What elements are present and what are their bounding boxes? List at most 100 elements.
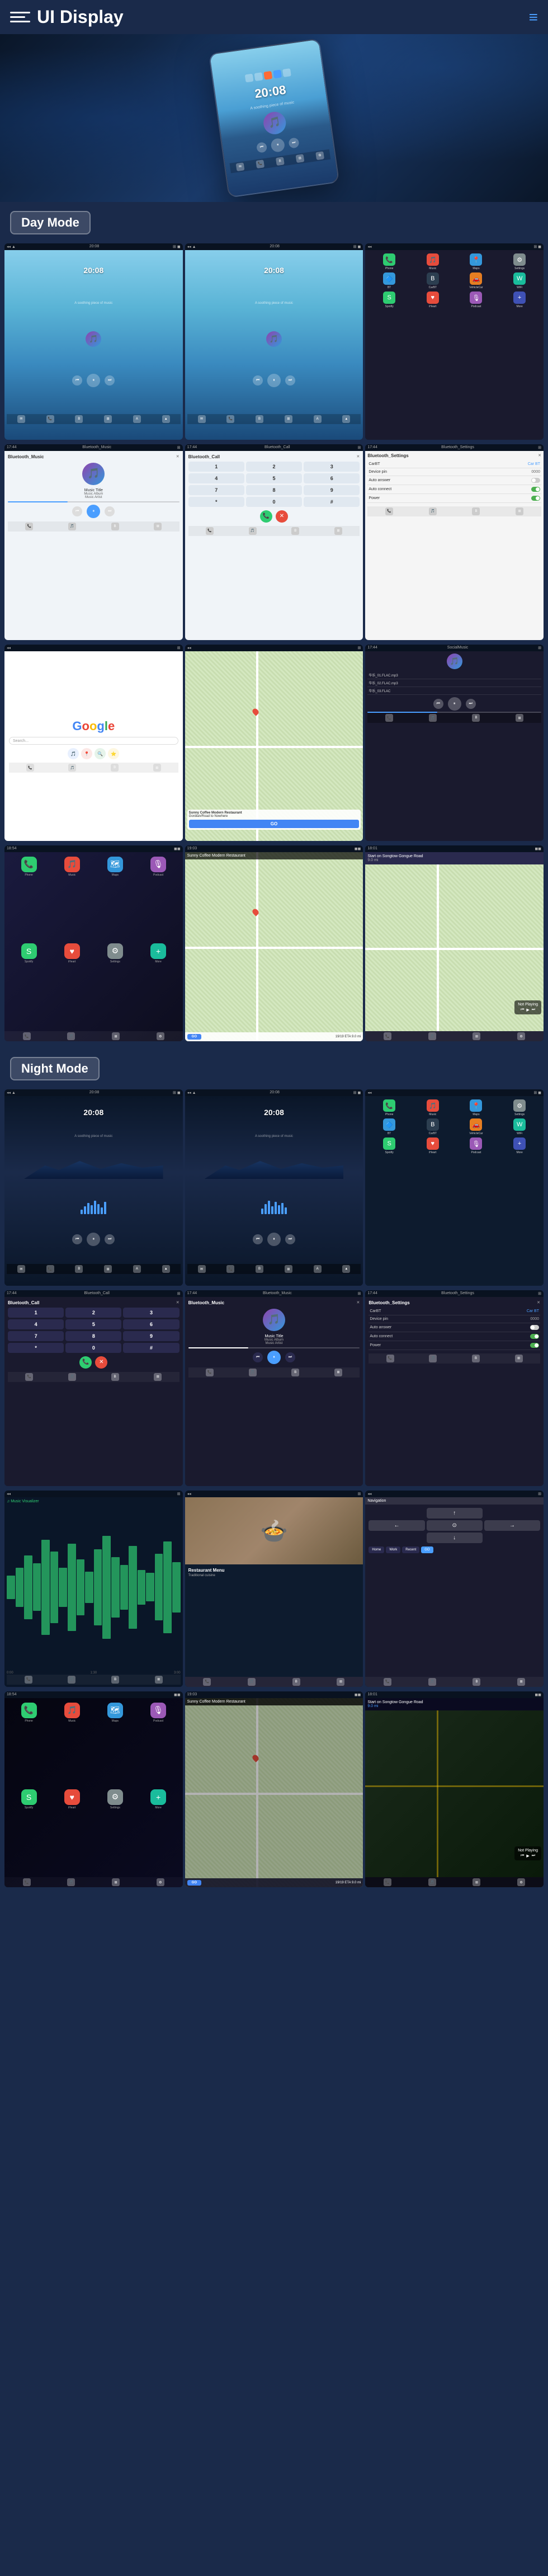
app-bt2[interactable]: B CarBT [412, 272, 453, 289]
b1-nav[interactable]: ▲ [162, 415, 170, 423]
ncp-music[interactable]: 🎵 Music [52, 1703, 92, 1786]
ncpnb-2[interactable]: 🎵 [428, 1878, 436, 1886]
ncp-podcast[interactable]: 🎙 Podcast [138, 1703, 178, 1786]
suggestion-icon-3[interactable]: 🔍 [95, 748, 106, 759]
dial-5[interactable]: 5 [246, 473, 302, 483]
nmb2-2[interactable]: 📞 [226, 1265, 234, 1273]
suggestion-icon-2[interactable]: 📍 [81, 748, 92, 759]
nmb1-2[interactable]: 📞 [46, 1265, 54, 1273]
cpb-1[interactable]: 📞 [23, 1032, 31, 1040]
fb-4[interactable]: ⊞ [337, 1678, 344, 1686]
ncp-iheart[interactable]: ♥ iHeart [52, 1789, 92, 1873]
lm-prev[interactable]: ⏮ [433, 699, 443, 709]
nbsb-1[interactable]: 📞 [386, 1355, 394, 1362]
night-end-btn[interactable]: ✕ [95, 1356, 107, 1369]
answer-btn[interactable]: 📞 [260, 510, 272, 523]
google-search-bar[interactable]: Search... [9, 737, 178, 745]
lmb-4[interactable]: ⊞ [516, 714, 523, 722]
night-np-play[interactable]: ▶ [526, 1854, 529, 1858]
app-extra[interactable]: + More [499, 292, 540, 308]
nav-icon[interactable]: ≡ [529, 8, 538, 26]
ndial-5[interactable]: 5 [65, 1319, 121, 1329]
nm-prev-2[interactable]: ⏮ [253, 1234, 263, 1244]
cp-go-btn[interactable]: GO [187, 1034, 201, 1040]
dial-0[interactable]: 0 [246, 497, 302, 507]
cpb-4[interactable]: ⚙ [157, 1032, 164, 1040]
wfb-3[interactable]: B [111, 1676, 119, 1684]
cpb-3[interactable]: ⊞ [112, 1032, 120, 1040]
ndial-6[interactable]: 6 [123, 1319, 179, 1329]
night-auto-connect-toggle[interactable] [530, 1334, 539, 1339]
b1-apps[interactable]: ⊞ [104, 415, 112, 423]
wfb-1[interactable]: 📞 [25, 1676, 32, 1684]
napp-phone[interactable]: 📞 Phone [369, 1099, 410, 1116]
nbcb-3[interactable]: B [111, 1373, 119, 1381]
prev-2[interactable]: ⏮ [253, 375, 263, 386]
ncpb-3[interactable]: ⊞ [112, 1878, 120, 1886]
nnb-1[interactable]: 📞 [384, 1678, 391, 1686]
prev-btn[interactable]: ⏮ [256, 142, 267, 153]
dial-3[interactable]: 3 [304, 462, 360, 472]
night-bt-play[interactable]: ⏸ [267, 1351, 281, 1364]
app-music[interactable]: 🎵 Music [412, 253, 453, 270]
night-bt-next[interactable]: ⏭ [285, 1352, 295, 1362]
bsi-4[interactable]: ⊞ [516, 507, 523, 515]
power-toggle[interactable] [531, 496, 540, 501]
nmb2-1[interactable]: ✉ [198, 1265, 206, 1273]
app-maps[interactable]: 📍 Maps [456, 253, 497, 270]
b1-email[interactable]: ✉ [17, 415, 25, 423]
next-2[interactable]: ⏭ [285, 375, 295, 386]
nbmb-4[interactable]: ⊞ [334, 1369, 342, 1376]
nav-down[interactable]: ↓ [427, 1533, 483, 1543]
ncpb-4[interactable]: ⚙ [157, 1878, 164, 1886]
song-item-1[interactable]: 华乐_01.FLAC.mp3 [367, 671, 541, 679]
b2-nav[interactable]: ▲ [342, 415, 350, 423]
nmb1-6[interactable]: ▲ [162, 1265, 170, 1273]
cp-podcast[interactable]: 🎙 Podcast [138, 857, 178, 940]
auto-connect-toggle[interactable] [531, 487, 540, 492]
dial-star[interactable]: * [188, 497, 244, 507]
nav-fn-3[interactable]: Recent [402, 1546, 419, 1553]
fb-3[interactable]: B [292, 1678, 300, 1686]
email-icon[interactable]: ✉ [236, 162, 245, 171]
np-play[interactable]: ▶ [526, 1008, 529, 1012]
ncpb-2[interactable]: 🎵 [67, 1878, 75, 1886]
bci-2[interactable]: 🎵 [249, 527, 257, 535]
song-item-3[interactable]: 华乐_03.FLAC [367, 687, 541, 695]
ndial-hash[interactable]: # [123, 1343, 179, 1353]
napp-podcast[interactable]: 🎙 Podcast [456, 1137, 497, 1154]
ndial-3[interactable]: 3 [123, 1308, 179, 1318]
wfb-2[interactable]: 🎵 [68, 1676, 75, 1684]
dial-1[interactable]: 1 [188, 462, 244, 472]
phone-icon[interactable]: 📞 [256, 159, 264, 168]
nmb1-5[interactable]: A [133, 1265, 141, 1273]
app-spotify[interactable]: S Spotify [369, 292, 410, 308]
night-answer-btn[interactable]: 📞 [79, 1356, 92, 1369]
nm-prev-1[interactable]: ⏮ [72, 1234, 82, 1244]
play-btn[interactable]: ⏸ [270, 137, 285, 152]
cp-settings[interactable]: ⚙ Settings [95, 943, 135, 1027]
nmb2-6[interactable]: ▲ [342, 1265, 350, 1273]
nav-left[interactable]: ← [369, 1520, 424, 1531]
nav-right[interactable]: → [484, 1520, 540, 1531]
dial-6[interactable]: 6 [304, 473, 360, 483]
bt-call-close[interactable]: ✕ [356, 454, 360, 459]
ndial-7[interactable]: 7 [8, 1331, 64, 1341]
suggestion-icon-1[interactable]: 🎵 [68, 748, 79, 759]
dial-8[interactable]: 8 [246, 485, 302, 495]
nnb-2[interactable]: 🎵 [428, 1678, 436, 1686]
np-prev[interactable]: ⏮ [521, 1008, 524, 1012]
b1-phone[interactable]: 📞 [46, 415, 54, 423]
nm-play-2[interactable]: ⏸ [267, 1233, 281, 1246]
nnb-3[interactable]: B [473, 1678, 480, 1686]
nnb-4[interactable]: ⊞ [517, 1678, 525, 1686]
app-iheart[interactable]: ♥ iHeart [412, 292, 453, 308]
bt-settings-close[interactable]: ✕ [538, 453, 541, 458]
napp-bt2[interactable]: B CarBT [412, 1118, 453, 1135]
app-phone[interactable]: 📞 Phone [369, 253, 410, 270]
end-btn[interactable]: ✕ [276, 510, 288, 523]
night-bt-call-close[interactable]: ✕ [176, 1300, 179, 1305]
napp-music[interactable]: 🎵 Music [412, 1099, 453, 1116]
bi-3[interactable]: B [111, 523, 119, 530]
bci-3[interactable]: B [291, 527, 299, 535]
